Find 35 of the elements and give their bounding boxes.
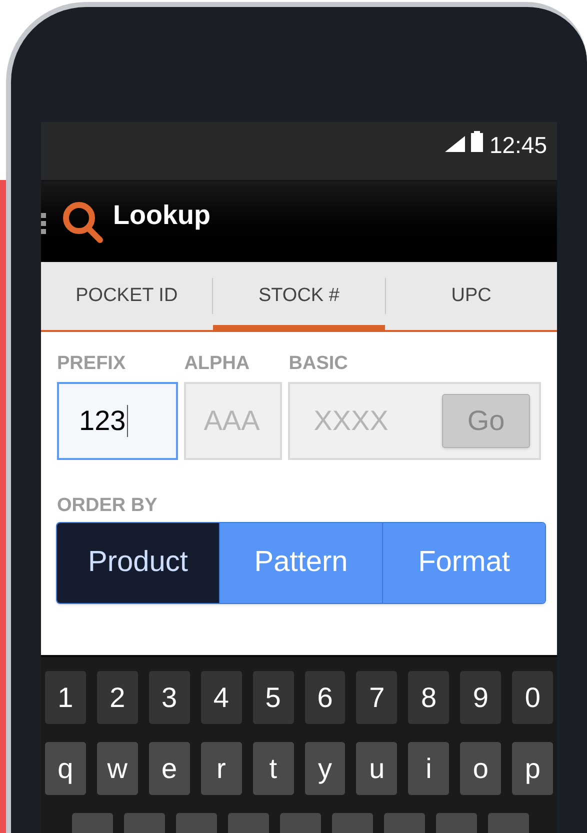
keyboard-key[interactable]: t xyxy=(252,742,294,795)
app-title: Lookup xyxy=(113,199,210,232)
clock: 12:45 xyxy=(489,131,547,160)
text-cursor xyxy=(126,405,128,437)
keyboard-key[interactable]: q xyxy=(45,742,86,795)
input-field[interactable]: 123 xyxy=(57,382,178,460)
overflow-dots-icon xyxy=(41,213,46,235)
keyboard-key[interactable]: y xyxy=(304,742,346,795)
segment-option[interactable]: Product xyxy=(57,523,219,603)
search-icon[interactable] xyxy=(62,201,104,243)
signal-icon xyxy=(445,136,466,152)
field-label: BASIC xyxy=(288,353,348,374)
battery-icon xyxy=(471,131,484,152)
keyboard-key[interactable]: r xyxy=(200,742,242,795)
keyboard-key[interactable]: 7 xyxy=(356,671,398,724)
keyboard-key[interactable]: 9 xyxy=(460,671,502,724)
keyboard-key[interactable]: w xyxy=(96,742,138,795)
keyboard-key[interactable]: i xyxy=(408,742,450,795)
keyboard-key[interactable]: 6 xyxy=(304,671,346,724)
keyboard-key[interactable]: 0 xyxy=(512,671,554,724)
field-label: ALPHA xyxy=(184,353,250,374)
keyboard-key[interactable]: 3 xyxy=(148,671,190,724)
keyboard-key[interactable]: 5 xyxy=(252,671,294,724)
tab[interactable]: POCKET ID xyxy=(41,262,212,330)
tab[interactable]: UPC xyxy=(386,262,557,330)
field-label: PREFIX xyxy=(57,353,126,374)
keyboard-key[interactable]: u xyxy=(356,742,398,795)
keyboard-key[interactable]: o xyxy=(460,742,502,795)
keyboard-key[interactable]: p xyxy=(512,742,554,795)
keyboard-key[interactable]: 1 xyxy=(45,671,86,724)
keyboard-key[interactable]: e xyxy=(148,742,190,795)
keyboard-key[interactable]: 4 xyxy=(200,671,242,724)
section-label: ORDER BY xyxy=(57,494,158,518)
keyboard-key[interactable]: 2 xyxy=(96,671,138,724)
keyboard-key[interactable]: 8 xyxy=(408,671,450,724)
